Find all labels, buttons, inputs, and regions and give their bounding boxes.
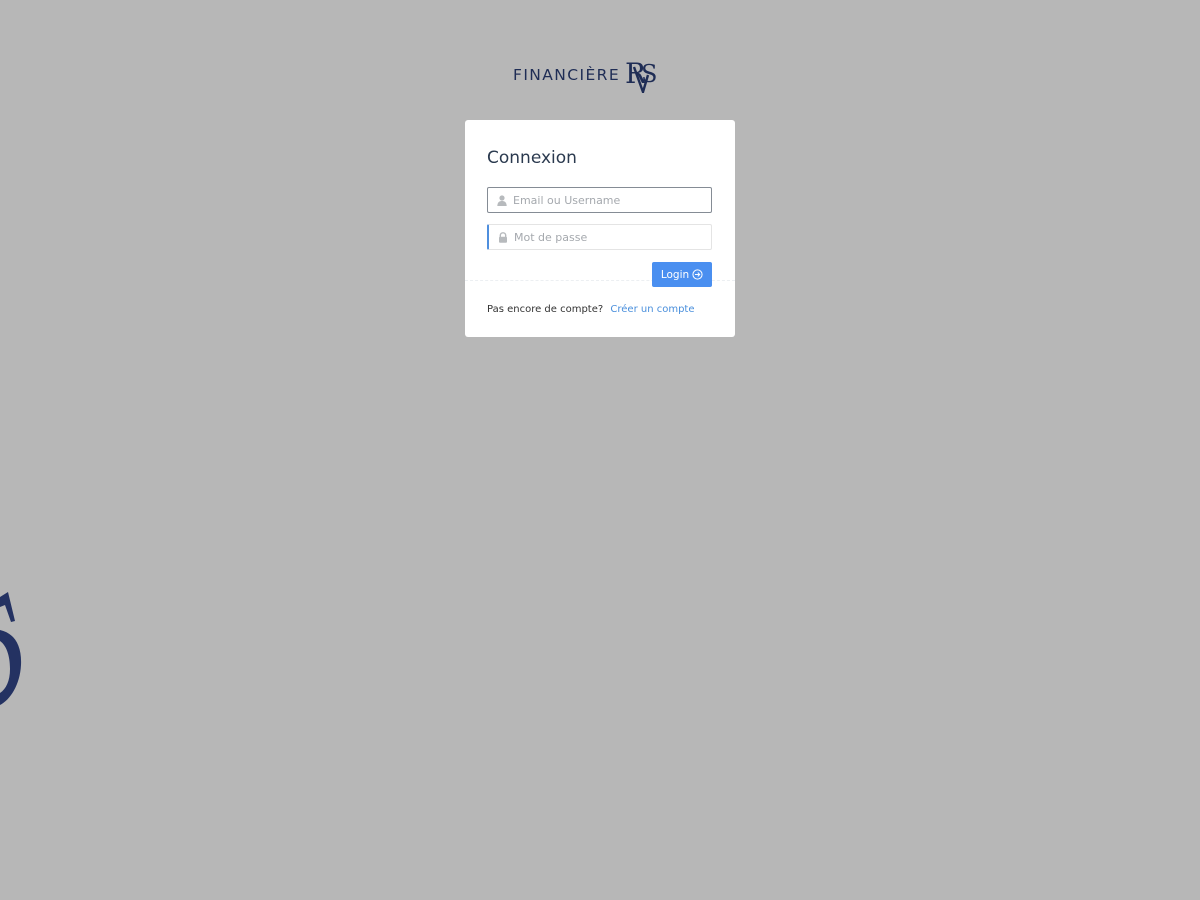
- user-icon: [497, 195, 507, 206]
- login-button-label: Login: [660, 268, 690, 281]
- login-card: Connexion Login Pas encore de com: [465, 120, 735, 337]
- username-field[interactable]: [487, 187, 712, 213]
- signup-footer: Pas encore de compte? Créer un compte: [487, 304, 695, 315]
- password-input[interactable]: [514, 225, 709, 249]
- password-field[interactable]: [487, 224, 712, 250]
- background-monogram-fragment-icon: [0, 592, 22, 705]
- lock-icon: [499, 232, 507, 243]
- svg-text:S: S: [641, 60, 657, 88]
- login-button[interactable]: Login: [652, 262, 712, 287]
- brand-name: FINANCIÈRE: [513, 66, 621, 84]
- arrow-circle-right-icon: [692, 269, 703, 280]
- brand-monogram-icon: R S: [625, 57, 657, 93]
- create-account-link[interactable]: Créer un compte: [610, 304, 694, 315]
- username-input[interactable]: [513, 188, 708, 212]
- signup-prompt: Pas encore de compte?: [487, 304, 604, 315]
- brand-logo: FINANCIÈRE R S: [513, 56, 662, 94]
- login-page: FINANCIÈRE R S Connexion Login: [0, 0, 1200, 900]
- login-title: Connexion: [487, 148, 577, 168]
